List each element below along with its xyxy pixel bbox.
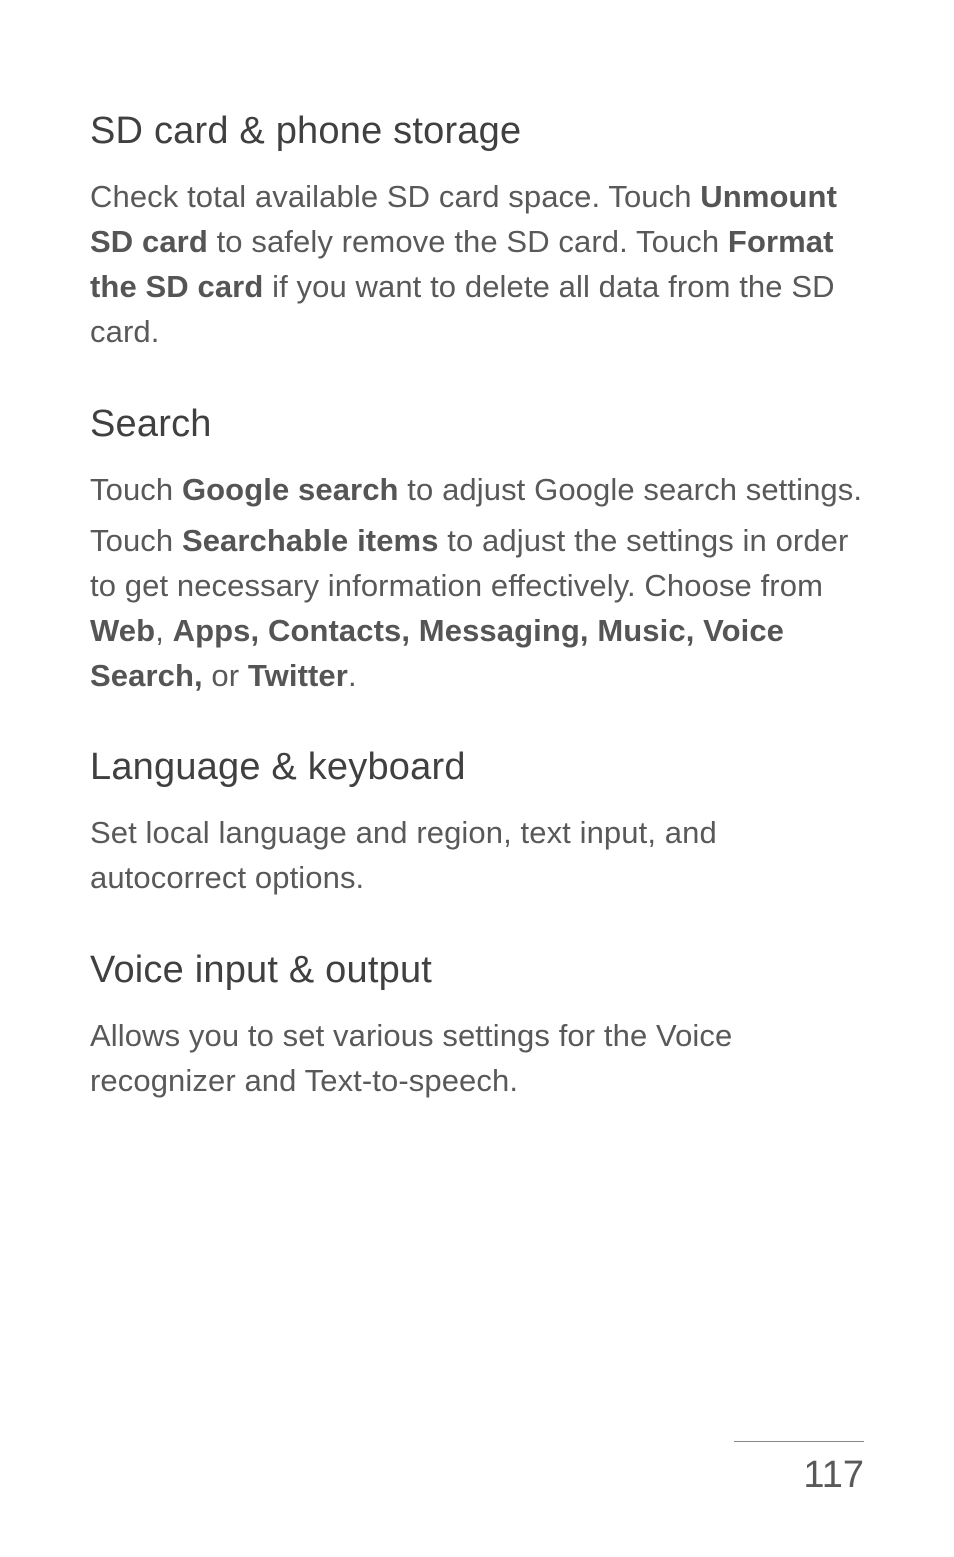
section-heading: Language & keyboard: [90, 746, 864, 789]
body-paragraph: Touch Google search to adjust Google sea…: [90, 468, 864, 513]
text-run: ,: [155, 613, 172, 648]
text-run: Touch: [90, 523, 182, 558]
body-paragraph: Check total available SD card space. Tou…: [90, 175, 864, 355]
text-run: .: [348, 658, 357, 693]
page-number: 117: [734, 1454, 864, 1497]
bold-run: Apps, Contacts, Messaging, Music, Voice …: [90, 613, 784, 693]
text-run: to safely remove the SD card. Touch: [208, 224, 728, 259]
section: Voice input & output Allows you to set va…: [90, 949, 864, 1104]
body-paragraph: Touch Searchable items to adjust the set…: [90, 519, 864, 699]
bold-run: Google search: [182, 472, 399, 507]
body-paragraph: Allows you to set various settings for t…: [90, 1014, 864, 1104]
section-heading: Voice input & output: [90, 949, 864, 992]
section: Search Touch Google search to adjust Goog…: [90, 403, 864, 699]
section: SD card & phone storage Check total avail…: [90, 110, 864, 355]
text-run: Check total available SD card space. Tou…: [90, 179, 700, 214]
page-content: SD card & phone storage Check total avail…: [0, 0, 954, 1104]
page-number-block: 117: [734, 1441, 864, 1497]
text-run: or: [203, 658, 248, 693]
body-paragraph: Set local language and region, text inpu…: [90, 811, 864, 901]
section-heading: Search: [90, 403, 864, 446]
section-heading: SD card & phone storage: [90, 110, 864, 153]
bold-run: Web: [90, 613, 155, 648]
bold-run: Searchable items: [182, 523, 439, 558]
bold-run: Twitter: [248, 658, 348, 693]
text-run: Touch: [90, 472, 182, 507]
text-run: to adjust Google search settings.: [399, 472, 863, 507]
text-run: Allows you to set various settings for t…: [90, 1018, 732, 1098]
section: Language & keyboard Set local language an…: [90, 746, 864, 901]
page-number-rule: [734, 1441, 864, 1442]
text-run: Set local language and region, text inpu…: [90, 815, 717, 895]
